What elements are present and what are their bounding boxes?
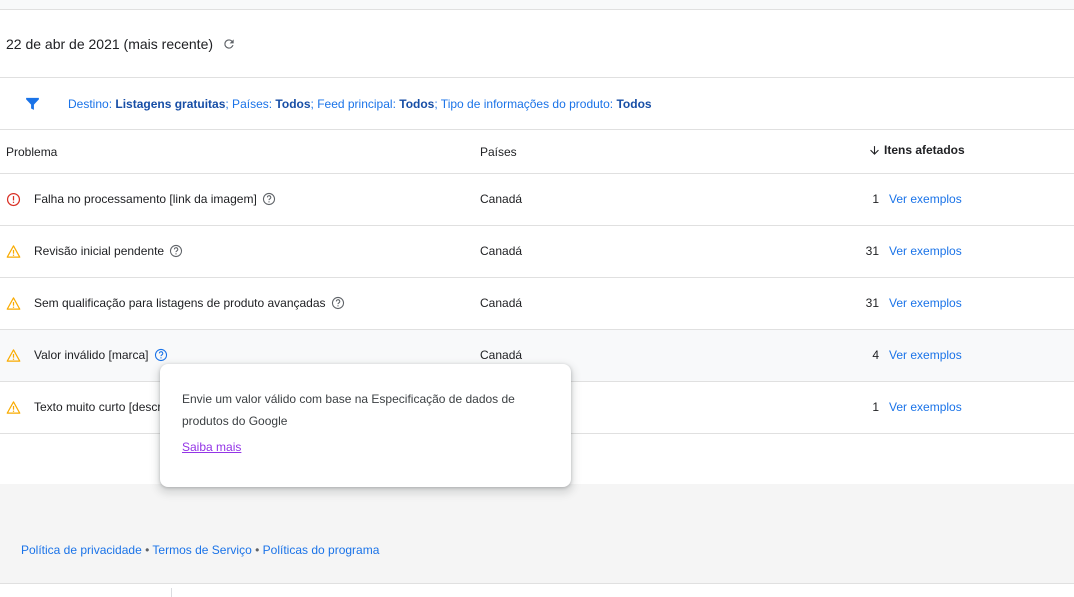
problem-label: Falha no processamento [link da imagem] bbox=[34, 192, 257, 206]
top-strip bbox=[0, 0, 1074, 10]
problem-cell: Valor inválido [marca] bbox=[34, 348, 168, 362]
column-header-affected-items[interactable]: Itens afetados bbox=[868, 143, 965, 157]
table-row: Falha no processamento [link da imagem] … bbox=[0, 174, 1074, 226]
table-header: Problema Países Itens afetados bbox=[0, 130, 1074, 174]
help-icon[interactable] bbox=[331, 296, 345, 310]
count-cell: 1 bbox=[872, 192, 879, 206]
problem-cell: Falha no processamento [link da imagem] bbox=[34, 192, 276, 206]
learn-more-link[interactable]: Saiba mais bbox=[182, 440, 241, 454]
filter-feed-label: ; Feed principal: bbox=[310, 96, 400, 111]
problem-cell: Revisão inicial pendente bbox=[34, 244, 183, 258]
problem-cell: Texto muito curto [descriç bbox=[34, 400, 170, 414]
country-cell: Canadá bbox=[480, 244, 523, 258]
count-cell: 31 bbox=[865, 244, 879, 258]
filter-destino-label: Destino: bbox=[68, 96, 116, 111]
country-cell: Canadá bbox=[480, 296, 523, 310]
filter-bar: Destino: Listagens gratuitas; Países: To… bbox=[0, 78, 1074, 130]
problem-cell: Sem qualificação para listagens de produ… bbox=[34, 296, 345, 310]
help-tooltip: Envie um valor válido com base na Especi… bbox=[160, 364, 571, 487]
filter-paises-value: Todos bbox=[275, 96, 311, 111]
warning-icon bbox=[6, 348, 21, 363]
filter-paises-label: ; Países: bbox=[225, 96, 276, 111]
see-examples-link[interactable]: Ver exemplos bbox=[889, 348, 962, 362]
affected-items-label: Itens afetados bbox=[884, 143, 965, 157]
help-icon[interactable] bbox=[169, 244, 183, 258]
footer-links: Política de privacidade • Termos de Serv… bbox=[21, 543, 379, 557]
problem-label: Texto muito curto [descriç bbox=[34, 400, 171, 414]
see-examples-link[interactable]: Ver exemplos bbox=[889, 400, 962, 414]
count-cell: 31 bbox=[865, 296, 879, 310]
warning-icon bbox=[6, 244, 21, 259]
see-examples-link[interactable]: Ver exemplos bbox=[889, 296, 962, 310]
footer-area: Política de privacidade • Termos de Serv… bbox=[0, 484, 1074, 583]
footer-separator: • bbox=[251, 543, 263, 557]
filter-icon[interactable] bbox=[24, 95, 41, 112]
date-bar: 22 de abr de 2021 (mais recente) bbox=[0, 10, 1074, 78]
country-cell: Canadá bbox=[480, 192, 523, 206]
filter-tipo-value: Todos bbox=[616, 96, 652, 111]
help-icon[interactable] bbox=[154, 348, 168, 362]
warning-icon bbox=[6, 296, 21, 311]
tooltip-text: Envie um valor válido com base na Especi… bbox=[182, 392, 515, 428]
table-row: Revisão inicial pendente Canadá 31 Ver e… bbox=[0, 226, 1074, 278]
filter-tipo-label: ; Tipo de informações do produto: bbox=[434, 96, 617, 111]
column-header-problem[interactable]: Problema bbox=[6, 145, 57, 159]
merchant-diagnostics-page: 22 de abr de 2021 (mais recente) Destino… bbox=[0, 0, 1074, 597]
bottom-divider-tick bbox=[171, 588, 172, 597]
count-cell: 1 bbox=[872, 400, 879, 414]
warning-icon bbox=[6, 400, 21, 415]
filter-destino-value: Listagens gratuitas bbox=[115, 96, 226, 111]
help-icon[interactable] bbox=[262, 192, 276, 206]
date-label: 22 de abr de 2021 (mais recente) bbox=[6, 35, 214, 52]
program-policies-link[interactable]: Políticas do programa bbox=[263, 543, 380, 557]
count-cell: 4 bbox=[872, 348, 879, 362]
refresh-icon[interactable] bbox=[222, 37, 236, 51]
problem-label: Valor inválido [marca] bbox=[34, 348, 149, 362]
country-cell: Canadá bbox=[480, 348, 523, 362]
see-examples-link[interactable]: Ver exemplos bbox=[889, 192, 962, 206]
see-examples-link[interactable]: Ver exemplos bbox=[889, 244, 962, 258]
error-icon bbox=[6, 192, 21, 207]
column-header-countries[interactable]: Países bbox=[480, 145, 517, 159]
table-row: Sem qualificação para listagens de produ… bbox=[0, 278, 1074, 330]
bottom-divider bbox=[0, 583, 1074, 584]
footer-separator: • bbox=[141, 543, 153, 557]
arrow-down-icon bbox=[868, 144, 881, 157]
filter-summary[interactable]: Destino: Listagens gratuitas; Países: To… bbox=[68, 97, 652, 111]
privacy-policy-link[interactable]: Política de privacidade bbox=[21, 543, 142, 557]
problem-label: Sem qualificação para listagens de produ… bbox=[34, 296, 326, 310]
problem-label: Revisão inicial pendente bbox=[34, 244, 165, 258]
filter-feed-value: Todos bbox=[399, 96, 435, 111]
terms-of-service-link[interactable]: Termos de Serviço bbox=[152, 543, 251, 557]
